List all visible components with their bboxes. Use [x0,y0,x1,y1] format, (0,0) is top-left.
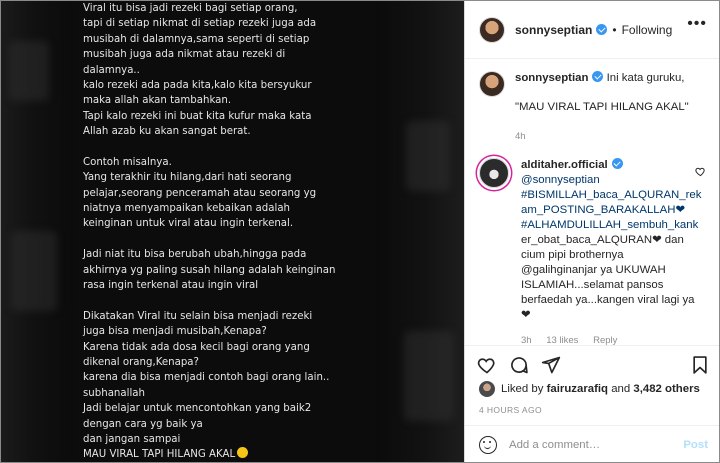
caption-text: "MAU VIRAL TAPI HILANG AKAL" [515,101,689,113]
avatar[interactable] [479,16,505,43]
liker-username[interactable]: fairuzarafiq [547,383,608,395]
paper-plane-icon[interactable] [541,355,561,375]
post-comment-button[interactable]: Post [683,439,708,451]
verified-badge-icon [611,158,623,169]
more-options-icon[interactable]: ••• [687,15,707,33]
comment-first-line: alditaher.official [521,158,696,173]
image-text-line: Contoh misalnya. [83,156,172,168]
likes-count[interactable]: 3,482 others [633,383,699,395]
image-text-line: Viral itu bisa jadi rezeki bagi setiap o… [83,3,298,14]
smiling-face-emoji-icon [237,447,249,459]
comment-icon[interactable] [509,355,529,375]
image-text-line: akhirnya yg paling susah hilang adalah k… [83,264,336,276]
likes-joiner: and [611,383,631,395]
likes-summary: Liked by fairuzarafiq and 3,482 others [479,381,700,397]
verified-badge-icon [592,71,604,82]
comment-like-heart-icon[interactable] [695,166,706,177]
image-text-line: musibah di dalamnya,sama seperti di seti… [83,33,310,45]
image-text-line: kalo rezeki ada pada kita,kalo kita bers… [83,79,312,91]
caption: sonnyseptian Ini kata guruku, "MAU VIRAL… [479,71,708,144]
separator-dot: • [612,22,617,37]
caption-meta: 4h [515,129,690,144]
heart-icon[interactable] [477,355,497,375]
caption-time[interactable]: 4h [515,131,526,142]
comment-username[interactable]: alditaher.official [521,159,608,171]
post-sidebar: sonnyseptian • Following ••• sonnyseptia… [464,1,719,462]
post-header: sonnyseptian • Following ••• [465,1,719,59]
image-text-line: karena dia bisa menjadi contoh bagi oran… [83,372,330,384]
image-text-last-line: MAU VIRAL TAPI HILANG AKAL [83,447,383,462]
avatar-with-story-ring[interactable] [479,158,509,188]
image-text-line: rasa ingin terkenal atau ingin viral [83,280,259,292]
instagram-post-window: Viral itu bisa jadi rezeki bagi setiap o… [0,0,720,463]
verified-badge-icon [596,24,608,35]
post-image[interactable]: Viral itu bisa jadi rezeki bagi setiap o… [1,1,464,462]
image-text-blank [83,293,383,308]
image-text-line: keinginan untuk viral atau ingin terkena… [83,218,294,230]
image-text-line: Dikatakan Viral itu selain bisa menjadi … [83,310,313,322]
image-text-line: Yang terakhir itu hilang,dari hati seora… [83,172,292,184]
caption-first-line: sonnyseptian Ini kata guruku, [515,71,690,86]
reply-button[interactable]: Reply [593,335,617,345]
comment-body: alditaher.official @sonnyseptian #BISMIL… [521,158,701,345]
header-username[interactable]: sonnyseptian [515,23,592,37]
image-text-blank [83,140,383,155]
comment-text: er_obat_baca_ALQURAN❤ dan [521,234,684,246]
comment-text: cium pipi brothernya [521,249,624,261]
image-text-line: musibah juga ada nikmat atau rezeki di [83,49,286,61]
image-text-line: Jadi niat itu bisa berubah ubah,hingga p… [83,249,307,261]
image-text-line: Allah azab ku akan sangat berat. [83,126,251,138]
caption-username[interactable]: sonnyseptian [515,72,588,84]
image-text-line: dan jangan sampai [83,433,181,445]
liker-avatar[interactable] [479,381,495,397]
comment-time[interactable]: 3h [521,335,532,345]
comment-hashtag[interactable]: #BISMILLAH_baca_ALQURAN_rek [521,188,701,203]
comment-hashtag[interactable]: #ALHAMDULILLAH_sembuh_kank [521,218,698,233]
comment-text: ISLAMIAH...selamat pansos [521,279,664,291]
image-text-line: Karena tidak ada dosa kecil bagi orang y… [83,341,310,353]
bookmark-icon[interactable] [690,355,710,375]
caption-text: Ini kata guruku, [606,72,685,84]
post-image-text: Viral itu bisa jadi rezeki bagi setiap o… [83,1,383,462]
image-text-line: tapi di setiap nikmat di setiap rezeki j… [83,18,317,30]
blur-patch [404,331,454,421]
image-text-line: Tapi kalo rezeki ini buat kita kufur mak… [83,110,312,122]
post-timestamp[interactable]: 4 HOURS AGO [479,405,542,415]
image-text-line: dalamnya.. [83,64,140,76]
comment-likes[interactable]: 13 likes [546,335,578,345]
image-text-line: Jadi belajar untuk mencontohkan yang bai… [83,403,312,415]
image-text-line: niatnya menyampaikan kebaikan adalah [83,203,291,215]
image-text-line: MAU VIRAL TAPI HILANG AKAL [83,449,236,461]
comment-meta: 3h 13 likes Reply [521,333,696,345]
comment-text: berfaedah ya...kangen viral lagi ya [521,294,695,306]
image-text-line: maka allah akan tambahkan. [83,95,232,107]
image-text-line: dikenal orang,Kenapa? [83,356,199,368]
image-text-line: juga bisa menjadi musibah,Kenapa? [83,326,267,338]
comment-text: ❤ [521,309,531,321]
image-text-line: subhanallah [83,387,145,399]
smiley-icon[interactable] [479,436,497,454]
following-button[interactable]: Following [622,23,673,37]
image-text-blank [83,232,383,247]
likes-prefix: Liked by [501,383,544,395]
comments-section: sonnyseptian Ini kata guruku, "MAU VIRAL… [465,59,719,345]
comment: alditaher.official @sonnyseptian #BISMIL… [479,158,708,345]
blur-patch [9,41,49,101]
comment-hashtag[interactable]: am_POSTING_BARAKALLAH❤ [521,203,696,218]
image-text-line: dengan cara yg baik ya [83,418,203,430]
blur-patch [11,231,57,311]
add-comment-bar: Post [465,425,719,462]
comment-mention[interactable]: @sonnyseptian [521,173,696,188]
avatar[interactable] [479,71,505,97]
comment-text: @galihginanjar ya UKUWAH [521,264,666,276]
comment-input[interactable] [509,439,679,451]
post-actions [465,345,719,381]
caption-body: sonnyseptian Ini kata guruku, "MAU VIRAL… [515,71,690,144]
image-text-line: pelajar,seorang penceramah atau seorang … [83,187,317,199]
blur-patch [406,121,450,191]
